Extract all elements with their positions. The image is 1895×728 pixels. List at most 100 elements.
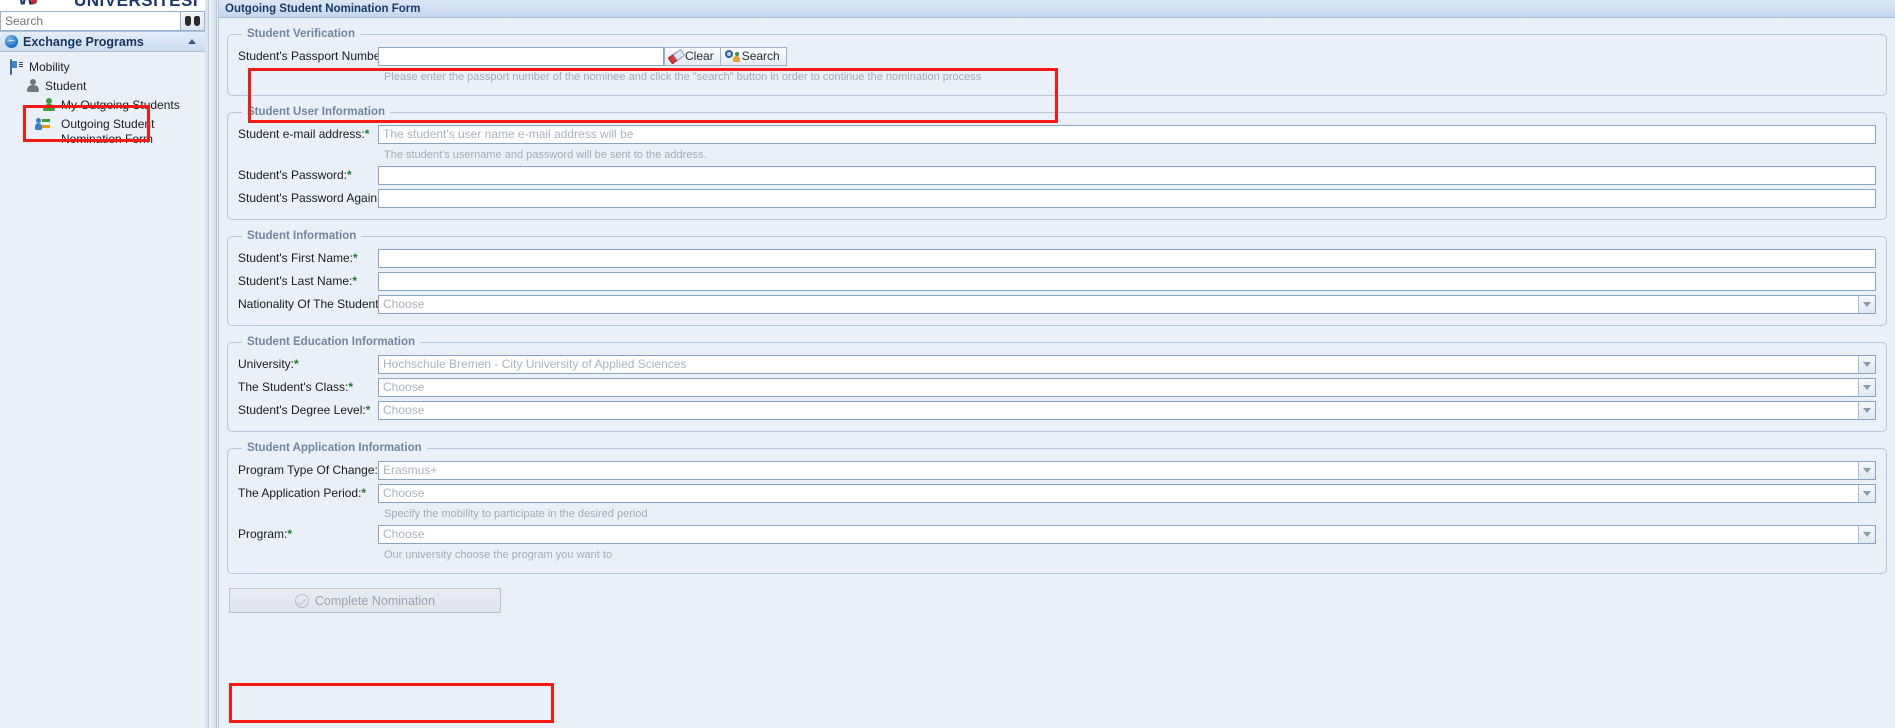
last-name-label-text: Student's Last Name: xyxy=(238,274,353,288)
field-row-degree-level: Student's Degree Level:* Choose xyxy=(238,400,1876,420)
password-label: Student's Password:* xyxy=(238,168,378,182)
search-button[interactable] xyxy=(180,11,205,31)
field-row-password-again: Student's Password Again:* xyxy=(238,188,1876,208)
brand-logo: \/\/ ÜNIVERSITESI xyxy=(0,0,205,11)
complete-nomination-button[interactable]: Complete Nomination xyxy=(229,588,501,613)
field-row-passport: Student's Passport Number:* Clear Se xyxy=(238,46,1876,66)
chevron-down-icon[interactable] xyxy=(1858,378,1875,396)
section-legend: Student Verification xyxy=(247,28,355,40)
sidebar-item-label: Mobility xyxy=(29,60,70,74)
search-input[interactable] xyxy=(0,11,180,31)
logo-dot-icon xyxy=(31,0,37,4)
chevron-down-icon[interactable] xyxy=(1858,484,1875,502)
student-first-name-input[interactable] xyxy=(378,248,1876,268)
search-passport-button[interactable]: Search xyxy=(720,46,787,66)
program-selected-value: Choose xyxy=(383,527,425,541)
chevron-up-icon[interactable] xyxy=(188,39,196,44)
sidebar-item-label: Student xyxy=(45,79,87,93)
passport-number-input[interactable] xyxy=(378,46,664,66)
clear-button[interactable]: Clear xyxy=(664,46,721,66)
program-type-select[interactable]: Erasmus+ xyxy=(378,460,1876,480)
program-select[interactable]: Choose xyxy=(378,524,1876,544)
section-student-application-information: Student Application Information Program … xyxy=(227,442,1887,574)
check-circle-icon xyxy=(294,593,309,608)
exchange-person-icon xyxy=(35,117,58,132)
class-select[interactable]: Choose xyxy=(378,377,1876,397)
sidebar-splitter[interactable] xyxy=(205,0,219,728)
email-label-text: Student e-mail address: xyxy=(238,127,365,141)
email-hint: The student's username and password will… xyxy=(384,149,707,161)
program-type-label: Program Type Of Change:* xyxy=(238,463,383,477)
degree-level-selected-value: Choose xyxy=(383,403,425,417)
required-asterisk: * xyxy=(348,380,354,394)
degree-level-select[interactable]: Choose xyxy=(378,400,1876,420)
sidebar-item-mobility[interactable]: Mobility xyxy=(0,58,205,77)
required-asterisk: * xyxy=(365,403,371,417)
application-period-label-text: The Application Period: xyxy=(238,486,362,500)
field-row-email: Student e-mail address:* xyxy=(238,124,1876,144)
nationality-label-text: Nationality Of The Student: xyxy=(238,297,382,311)
program-type-label-text: Program Type Of Change: xyxy=(238,463,378,477)
first-name-label-text: Student's First Name: xyxy=(238,251,353,265)
required-asterisk: * xyxy=(352,274,358,288)
form-scroll-area: Student Verification Student's Passport … xyxy=(219,18,1895,728)
field-row-program: Program:* Choose xyxy=(238,524,1876,544)
field-row-program-type: Program Type Of Change:* Erasmus+ xyxy=(238,460,1876,480)
sidebar-item-my-outgoing-students[interactable]: My Outgoing Students xyxy=(0,96,205,115)
university-select[interactable]: Hochschule Bremen - City University of A… xyxy=(378,354,1876,374)
sidebar-item-student[interactable]: Student xyxy=(0,77,205,96)
main-content: Outgoing Student Nomination Form Student… xyxy=(219,0,1895,728)
student-password-again-input[interactable] xyxy=(378,188,1876,208)
application-period-hint: Specify the mobility to participate in t… xyxy=(384,508,648,520)
submit-area: Complete Nomination xyxy=(227,584,1887,613)
password-again-label: Student's Password Again:* xyxy=(238,191,385,205)
password-label-text: Student's Password: xyxy=(238,168,348,182)
application-period-label: The Application Period:* xyxy=(238,486,378,500)
student-email-input[interactable] xyxy=(378,124,1876,144)
degree-level-label: Student's Degree Level:* xyxy=(238,403,378,417)
left-sidebar: \/\/ ÜNIVERSITESI Exchange Programs Mobi… xyxy=(0,0,205,728)
complete-nomination-label: Complete Nomination xyxy=(314,593,436,608)
student-last-name-input[interactable] xyxy=(378,271,1876,291)
nationality-select[interactable]: Choose xyxy=(378,294,1876,314)
sidebar-item-label: Outgoing Student Nomination Form xyxy=(61,117,155,146)
search-button-label: Search xyxy=(741,49,780,63)
section-student-user-information: Student User Information Student e-mail … xyxy=(227,106,1887,220)
field-row-last-name: Student's Last Name:* xyxy=(238,271,1876,291)
program-label: Program:* xyxy=(238,527,378,541)
module-header-exchange-programs[interactable]: Exchange Programs xyxy=(0,31,205,52)
navigation-tree: Mobility Student My Outgoing Students Ou… xyxy=(0,52,205,149)
passport-hint: Please enter the passport number of the … xyxy=(384,71,982,83)
field-row-first-name: Student's First Name:* xyxy=(238,248,1876,268)
chevron-down-icon[interactable] xyxy=(1858,295,1875,313)
student-password-input[interactable] xyxy=(378,165,1876,185)
first-name-label: Student's First Name:* xyxy=(238,251,378,265)
logo-wordmark: ÜNIVERSITESI xyxy=(74,0,199,10)
chevron-down-icon[interactable] xyxy=(1858,525,1875,543)
passport-label-text: Student's Passport Number: xyxy=(238,49,388,63)
password-again-label-text: Student's Password Again: xyxy=(238,191,381,205)
chevron-down-icon[interactable] xyxy=(1858,401,1875,419)
tab-outgoing-student-nomination-form[interactable]: Outgoing Student Nomination Form xyxy=(225,3,420,15)
section-student-education-information: Student Education Information University… xyxy=(227,336,1887,432)
chevron-down-icon[interactable] xyxy=(1858,461,1875,479)
section-legend: Student Application Information xyxy=(247,442,422,454)
sidebar-search xyxy=(0,11,205,31)
sidebar-item-label: My Outgoing Students xyxy=(61,98,180,112)
university-label: University:* xyxy=(238,357,378,371)
eraser-icon xyxy=(669,51,682,62)
university-label-text: University: xyxy=(238,357,295,371)
program-type-selected-value: Erasmus+ xyxy=(383,463,438,477)
section-student-information: Student Information Student's First Name… xyxy=(227,230,1887,326)
section-legend: Student Information xyxy=(247,230,357,242)
field-row-password: Student's Password:* xyxy=(238,165,1876,185)
clear-button-label: Clear xyxy=(685,49,714,63)
required-asterisk: * xyxy=(287,527,293,541)
application-period-select[interactable]: Choose xyxy=(378,483,1876,503)
field-row-application-period: The Application Period:* Choose xyxy=(238,483,1876,503)
chevron-down-icon[interactable] xyxy=(1858,355,1875,373)
nationality-selected-value: Choose xyxy=(383,297,425,311)
sidebar-item-outgoing-student-nomination-form[interactable]: Outgoing Student Nomination Form xyxy=(0,115,205,149)
university-selected-value: Hochschule Bremen - City University of A… xyxy=(383,357,687,371)
required-asterisk: * xyxy=(347,168,352,182)
